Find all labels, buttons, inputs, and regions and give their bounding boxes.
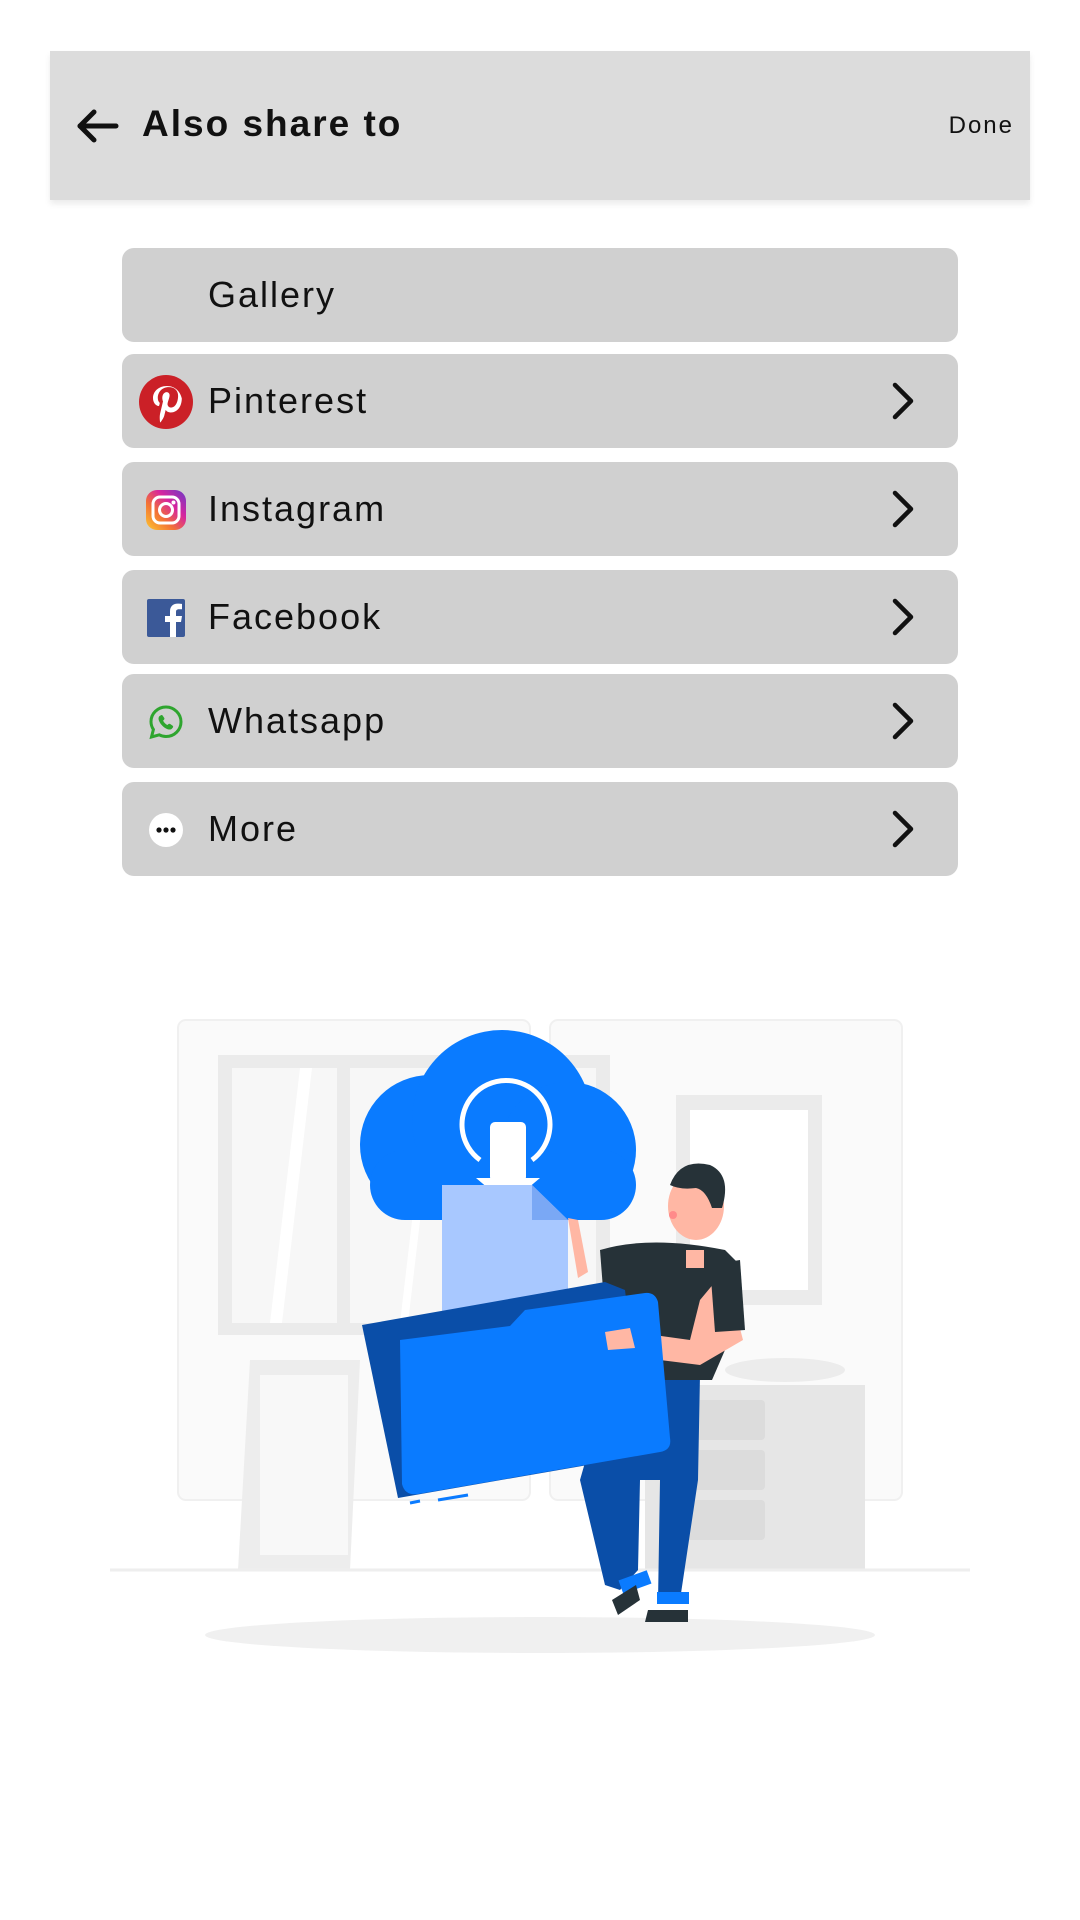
instagram-icon — [138, 482, 194, 538]
share-item-label: More — [208, 808, 299, 849]
pinterest-icon — [138, 374, 194, 430]
share-item-label: Whatsapp — [208, 700, 387, 741]
share-item-whatsapp[interactable]: Whatsapp — [122, 674, 958, 768]
more-icon — [138, 802, 194, 858]
chevron-right-icon — [882, 809, 922, 849]
share-item-pinterest[interactable]: Pinterest — [122, 354, 958, 448]
chevron-right-icon — [882, 381, 922, 421]
cloud-download-illustration — [100, 1010, 980, 1670]
chevron-right-icon — [882, 489, 922, 529]
facebook-icon — [138, 590, 194, 646]
share-item-gallery[interactable]: Gallery — [122, 248, 958, 342]
share-item-instagram[interactable]: Instagram — [122, 462, 958, 556]
share-item-label: Facebook — [208, 596, 383, 637]
page-title: Also share to — [142, 103, 403, 144]
whatsapp-icon — [138, 694, 194, 750]
arrow-left-icon — [77, 109, 119, 143]
share-item-label: Instagram — [208, 488, 387, 529]
share-item-facebook[interactable]: Facebook — [122, 570, 958, 664]
done-button[interactable]: Done — [949, 106, 1014, 146]
back-button[interactable] — [74, 103, 120, 149]
chevron-right-icon — [882, 597, 922, 637]
share-item-more[interactable]: More — [122, 782, 958, 876]
app-bar: Also share to Done — [50, 51, 1030, 200]
chevron-right-icon — [882, 701, 922, 741]
share-item-label: Gallery — [208, 274, 337, 315]
share-screen: Also share to Done Gallery Pinterest Ins… — [0, 0, 1080, 1920]
share-item-label: Pinterest — [208, 380, 369, 421]
